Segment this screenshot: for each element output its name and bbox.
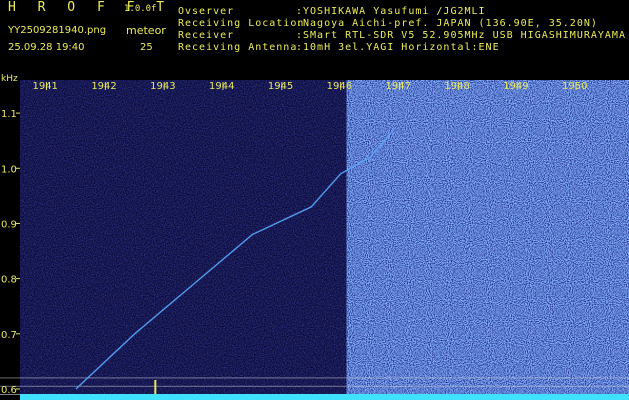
- spectrogram-plot: 1941 1942 1943 1944 1945 1946 1947 1948 1949 1950…: [0, 80, 629, 400]
- meteor-label: meteor: [126, 24, 166, 37]
- x-tick-label: 1941: [32, 81, 57, 92]
- meteor-count: 25: [140, 42, 153, 53]
- x-tick-label: 1948: [444, 81, 469, 92]
- x-tick-label: 1946: [327, 81, 352, 92]
- observer-value: :YOSHIKAWA Yasufumi /JG2MLI: [296, 6, 486, 17]
- x-tick-label: 1943: [150, 81, 175, 92]
- x-tick-label: 1945: [268, 81, 293, 92]
- image-filename: YY2509281940.png: [8, 25, 107, 36]
- y-axis-unit: kHz: [1, 74, 18, 84]
- y-tick-label: 1.1: [1, 109, 17, 120]
- app-version: 1.0.0f: [124, 4, 157, 14]
- location-key: Receiving Location: [178, 18, 305, 29]
- receiver-key: Receiver: [178, 30, 235, 41]
- x-tick-label: 1942: [91, 81, 116, 92]
- x-tick-label: 1947: [386, 81, 411, 92]
- antenna-key: Receiving Antenna: [178, 42, 298, 53]
- baseline-spectrum: [20, 394, 629, 400]
- x-tick-label: 1950: [562, 81, 587, 92]
- timestamp: 25.09.28 19:40: [8, 42, 85, 53]
- receiver-value: :SMart RTL-SDR V5 52.905MHz USB HIGASHIM…: [296, 30, 626, 41]
- y-tick-label: 0.7: [1, 330, 17, 341]
- observer-key: Ovserver: [178, 6, 235, 17]
- antenna-value: :10mH 3el.YAGI Horizontal:ENE: [296, 42, 500, 53]
- y-tick-label: 0.8: [1, 275, 17, 286]
- y-tick-label: 1.0: [1, 164, 17, 175]
- noise-texture-bright: [346, 80, 629, 400]
- y-tick-label: 0.6: [1, 385, 17, 396]
- x-tick-label: 1944: [209, 81, 234, 92]
- location-value: :Nagoya Aichi-pref. JAPAN (136.90E, 35.2…: [296, 18, 598, 29]
- y-tick-label: 0.9: [1, 219, 17, 230]
- noise-texture-dark: [20, 80, 347, 400]
- header-panel: H R O F F T 1.0.0f YY2509281940.png mete…: [0, 0, 629, 72]
- x-tick-label: 1949: [503, 81, 528, 92]
